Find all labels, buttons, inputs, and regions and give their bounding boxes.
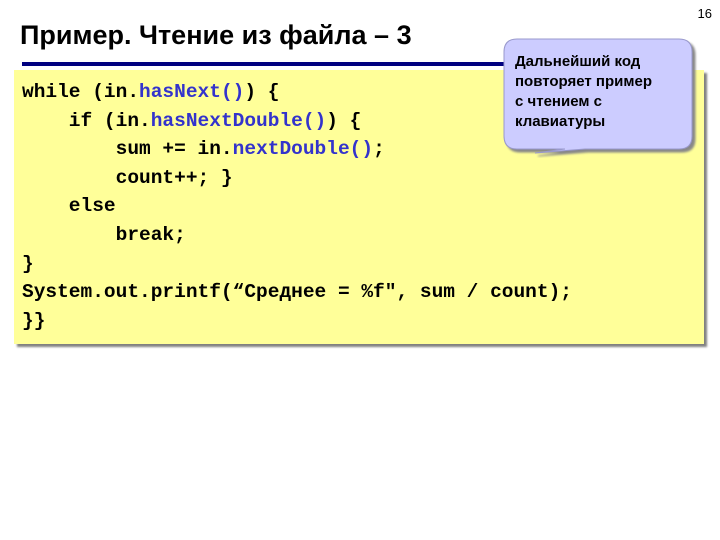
slide-title: Пример. Чтение из файла – 3 bbox=[20, 20, 412, 50]
code-line: count++; } bbox=[22, 164, 572, 193]
code-line: if (in.hasNextDouble()) { bbox=[22, 107, 572, 136]
code-line: } bbox=[22, 250, 572, 279]
callout-line: с чтением с bbox=[515, 93, 602, 110]
callout-line: повторяет пример bbox=[515, 73, 652, 90]
code-method-token: nextDouble() bbox=[232, 138, 374, 161]
code-line: sum += in.nextDouble(); bbox=[22, 135, 572, 164]
code-token: } bbox=[22, 252, 34, 275]
code-token: count++; } bbox=[22, 166, 233, 189]
code-token: while (in. bbox=[22, 81, 140, 103]
callout-bubble: Дальнейший код повторяет пример с чтение… bbox=[503, 38, 693, 154]
slide-number: 16 bbox=[697, 6, 712, 21]
code-token: System.out.printf(“Среднее = %f", sum / … bbox=[22, 281, 572, 304]
code-line: }} bbox=[22, 307, 572, 336]
code-line: break; bbox=[22, 221, 572, 250]
code-line: else bbox=[22, 192, 572, 221]
code-line: System.out.printf(“Среднее = %f", sum / … bbox=[22, 278, 572, 307]
code-token: sum += in. bbox=[22, 138, 233, 161]
code-method-token: hasNext() bbox=[139, 81, 245, 103]
code-token: ; bbox=[373, 138, 385, 161]
callout-line: клавиатуры bbox=[515, 113, 606, 130]
code-token: ) { bbox=[326, 109, 362, 132]
code-token: else bbox=[22, 195, 116, 218]
code-listing: while (in.hasNext()) { if (in.hasNextDou… bbox=[22, 78, 572, 335]
code-token: break; bbox=[22, 223, 186, 246]
code-token: ) { bbox=[244, 81, 280, 103]
code-token: if (in. bbox=[22, 109, 151, 132]
code-method-token: hasNextDouble() bbox=[150, 109, 327, 132]
code-line: while (in.hasNext()) { bbox=[22, 78, 572, 107]
callout-text: Дальнейший код повторяет пример с чтение… bbox=[515, 52, 652, 132]
code-token: }} bbox=[22, 309, 46, 332]
callout-line: Дальнейший код bbox=[515, 53, 641, 70]
